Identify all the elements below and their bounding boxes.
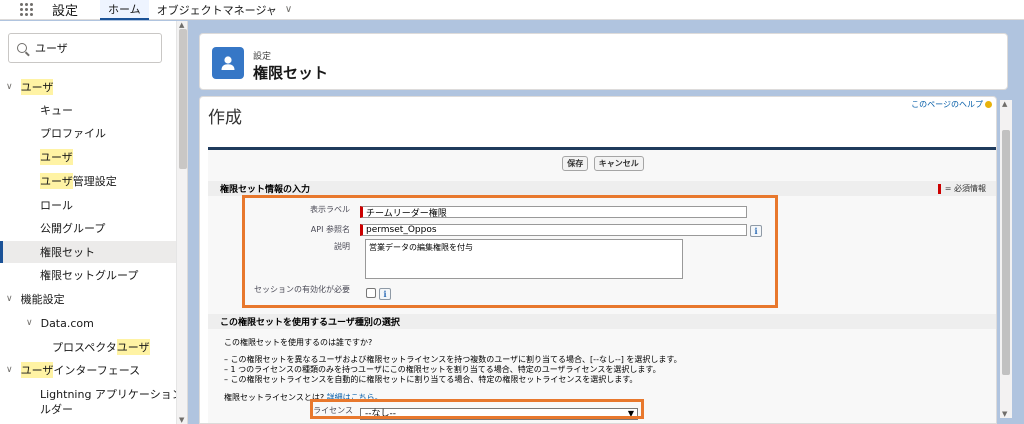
tree-node-label: Data.com: [40, 316, 94, 330]
section-header-user-type: この権限セットを使用するユーザ種別の選択: [208, 314, 996, 329]
button-row: 保存 キャンセル: [208, 156, 996, 172]
tab-home-label: ホーム: [108, 2, 141, 16]
tree-node-data-com[interactable]: ∨ Data.com: [26, 312, 94, 334]
section-title: この権限セットを使用するユーザ種別の選択: [220, 318, 400, 328]
sidebar-item-label-line2: ルダー: [40, 403, 73, 416]
tab-object-manager[interactable]: オブジェクトマネージャ ∨: [149, 0, 301, 20]
sidebar-item-lightning-app-builder[interactable]: Lightning アプリケーションビ ルダー: [40, 387, 188, 417]
api-name-label: API 参照名: [310, 225, 350, 234]
sidebar-item-label: キュー: [40, 104, 73, 117]
breadcrumb: 設定: [253, 52, 272, 62]
sidebar-item-label-highlight: ユーザ: [40, 173, 73, 189]
chevron-down-icon[interactable]: ∨: [6, 365, 13, 375]
chevron-down-icon[interactable]: ∨: [6, 82, 13, 92]
scroll-up-icon[interactable]: ▲: [1002, 100, 1007, 108]
required-marker: [937, 183, 941, 194]
sidebar-item-permission-sets[interactable]: 権限セット: [0, 241, 176, 263]
tab-object-manager-label: オブジェクトマネージャ: [156, 3, 277, 17]
chevron-down-icon: ▼: [627, 409, 634, 418]
who-question: この権限セットを使用するのは誰ですか?: [224, 338, 373, 347]
tree-node-label: 機能設定: [20, 293, 65, 306]
section-header-info: 権限セット情報の入力 = 必須情報: [208, 181, 996, 196]
info-icon[interactable]: i: [750, 225, 762, 237]
sidebar-item-label: ユーザ: [40, 149, 73, 165]
help-link[interactable]: このページのヘルプ: [911, 99, 992, 110]
cancel-button[interactable]: キャンセル: [593, 156, 644, 171]
info-icon[interactable]: i: [379, 288, 391, 300]
page-heading: 作成: [208, 108, 242, 128]
chevron-down-icon[interactable]: ∨: [285, 4, 292, 15]
sidebar-item-label-line1: Lightning アプリケーションビ: [40, 388, 188, 401]
description-textarea[interactable]: 営業データの編集権限を付与: [365, 239, 683, 279]
help-icon: [985, 101, 992, 108]
scroll-down-icon[interactable]: ▼: [179, 416, 184, 424]
tree-node-users[interactable]: ∨ ユーザ: [6, 76, 54, 98]
description-label: 説明: [334, 242, 350, 251]
sidebar-item-label: 公開グループ: [40, 222, 106, 235]
sidebar-item-label: プロファイル: [40, 127, 106, 140]
label-input[interactable]: [360, 206, 747, 218]
license-select-value: --なし--: [365, 409, 396, 419]
guidance-line-3: – この権限セットライセンスを自動的に権限セットに割り当てる場合、特定の権限セッ…: [224, 375, 638, 384]
license-question-text: 権限セットライセンスとは?: [224, 393, 325, 402]
help-link-label: このページのヘルプ: [911, 100, 983, 109]
tree-node-label: ユーザ: [20, 79, 54, 95]
license-label: ライセンス: [313, 406, 353, 415]
app-name: 設定: [52, 4, 79, 19]
sidebar-item-user-management-settings[interactable]: ユーザ 管理設定: [40, 170, 117, 192]
permission-set-form: 保存 キャンセル 権限セット情報の入力 = 必須情報 表示ラベル API 参照名…: [208, 147, 996, 423]
tab-home[interactable]: ホーム: [100, 0, 149, 20]
sidebar-item-users[interactable]: ユーザ: [40, 146, 73, 168]
sidebar-item-public-groups[interactable]: 公開グループ: [40, 217, 105, 239]
top-bar: 設定 ホーム オブジェクトマネージャ ∨: [0, 0, 1024, 20]
sidebar-item-label-prefix: プロスペクタ: [52, 341, 117, 354]
sidebar-item-label: ロール: [40, 199, 73, 212]
sidebar-item-permission-set-groups[interactable]: 権限セットグループ: [40, 264, 138, 286]
sidebar-item-profiles[interactable]: プロファイル: [40, 122, 106, 144]
save-button[interactable]: 保存: [562, 156, 589, 171]
sidebar-scrollbar-thumb[interactable]: [179, 29, 187, 169]
tree-node-label-suffix: インターフェース: [53, 364, 141, 377]
scroll-up-icon[interactable]: ▲: [179, 21, 184, 29]
api-name-input[interactable]: [360, 224, 747, 236]
main-scrollbar[interactable]: ▲ ▼: [1000, 100, 1012, 418]
app-launcher-icon[interactable]: [20, 2, 34, 17]
main-scrollbar-thumb[interactable]: [1002, 130, 1010, 375]
required-legend: = 必須情報: [937, 183, 986, 194]
chevron-down-icon[interactable]: ∨: [26, 318, 33, 328]
sidebar-item-prospector-users[interactable]: プロスペクタ ユーザ: [52, 336, 150, 358]
session-activation-checkbox[interactable]: [366, 288, 376, 298]
content-area: 作成 このページのヘルプ 保存 キャンセル 権限セット情報の入力 = 必須情報 …: [199, 96, 997, 424]
page-header: 設定 権限セット: [199, 33, 1008, 90]
label-field-label: 表示ラベル: [310, 205, 350, 214]
sidebar-item-roles[interactable]: ロール: [40, 194, 73, 216]
tree-node-user-interface[interactable]: ∨ ユーザ インターフェース: [6, 359, 140, 381]
sidebar-item-label: 権限セットグループ: [40, 269, 139, 282]
page-title: 権限セット: [253, 64, 329, 82]
sidebar-item-label-highlight: ユーザ: [116, 339, 150, 355]
chevron-down-icon[interactable]: ∨: [6, 294, 13, 304]
tree-node-label-highlight: ユーザ: [20, 362, 54, 378]
quick-find-box[interactable]: [8, 33, 162, 63]
sidebar-item-queues[interactable]: キュー: [40, 99, 73, 121]
sidebar-item-label: 権限セット: [40, 246, 95, 259]
sidebar-scrollbar[interactable]: ▲ ▼: [176, 21, 187, 424]
required-legend-label: = 必須情報: [944, 184, 986, 193]
learn-more-link[interactable]: 詳細はこちら。: [327, 393, 383, 402]
license-question: 権限セットライセンスとは? 詳細はこちら。: [224, 392, 383, 403]
scroll-down-icon[interactable]: ▼: [1002, 410, 1007, 418]
setup-sidebar: ∨ ユーザ キュー プロファイル ユーザ ユーザ管理設定 ロール 公開グループ …: [0, 21, 188, 424]
quick-find-input[interactable]: [35, 41, 145, 55]
sidebar-item-label-suffix: 管理設定: [72, 175, 117, 188]
license-select[interactable]: --なし-- ▼: [360, 408, 638, 420]
tree-node-feature-settings[interactable]: ∨ 機能設定: [6, 288, 65, 310]
session-activation-label: セッションの有効化が必要: [254, 285, 350, 294]
search-icon: [17, 43, 27, 53]
section-title: 権限セット情報の入力: [220, 185, 311, 195]
user-icon: [212, 47, 244, 79]
